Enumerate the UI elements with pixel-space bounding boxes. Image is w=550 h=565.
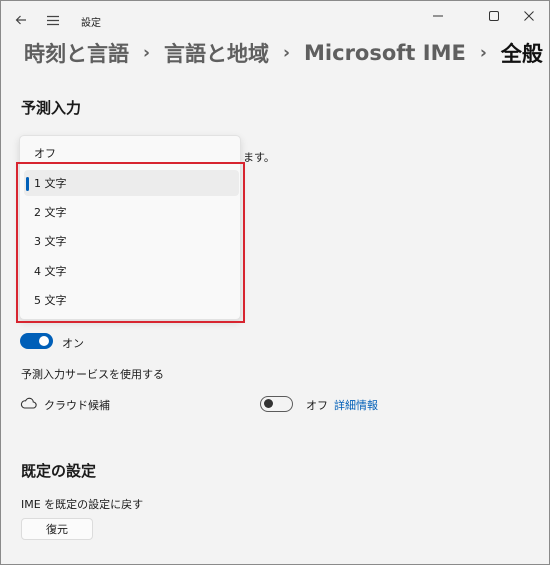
- cloud-toggle-label: オフ: [306, 399, 328, 412]
- window-title: 設定: [81, 18, 101, 29]
- minimize-icon: [432, 15, 443, 17]
- dropdown-current-label: オフ: [34, 147, 56, 160]
- cloud-candidate-label: クラウド候補: [44, 399, 110, 412]
- predictive-input-toggle[interactable]: [20, 333, 53, 349]
- close-icon: [523, 11, 534, 21]
- close-button[interactable]: [506, 1, 550, 31]
- back-arrow-icon: [15, 15, 26, 25]
- cloud-candidate-toggle[interactable]: [260, 396, 293, 412]
- breadcrumb-language-region[interactable]: 言語と地域: [164, 38, 269, 68]
- breadcrumb-separator: ›: [479, 43, 487, 63]
- hamburger-icon: [47, 15, 59, 25]
- menu-button[interactable]: [41, 9, 65, 31]
- back-button[interactable]: [9, 9, 33, 31]
- cloud-icon: [20, 397, 37, 409]
- breadcrumb-separator: ›: [143, 43, 151, 63]
- reset-ime-label: IME を既定の設定に戻す: [21, 498, 144, 511]
- toggle-knob: [264, 399, 273, 408]
- breadcrumb-time-language[interactable]: 時刻と言語: [24, 38, 129, 68]
- maximize-icon: [488, 11, 499, 21]
- predictive-input-heading: 予測入力: [21, 99, 82, 117]
- predictive-description-partial: ます。: [243, 151, 275, 164]
- breadcrumb-general: 全般: [500, 42, 543, 66]
- learn-more-link[interactable]: 詳細情報: [334, 397, 378, 413]
- highlight-annotation-box: [16, 162, 245, 323]
- predictive-service-label: 予測入力サービスを使用する: [21, 368, 164, 381]
- settings-window: 設定 時刻と言語 › 言語と地域 › Microsoft IME › 全般 予測…: [0, 0, 550, 565]
- title-bar: 設定: [1, 1, 549, 37]
- minimize-button[interactable]: [415, 1, 460, 31]
- default-settings-heading: 既定の設定: [21, 462, 97, 480]
- restore-button[interactable]: 復元: [21, 518, 93, 540]
- toggle-knob: [39, 336, 49, 346]
- breadcrumb-separator: ›: [283, 43, 291, 63]
- breadcrumb: 時刻と言語 › 言語と地域 › Microsoft IME › 全般: [24, 38, 543, 68]
- predictive-toggle-label: オン: [62, 337, 84, 350]
- breadcrumb-microsoft-ime[interactable]: Microsoft IME: [304, 41, 466, 65]
